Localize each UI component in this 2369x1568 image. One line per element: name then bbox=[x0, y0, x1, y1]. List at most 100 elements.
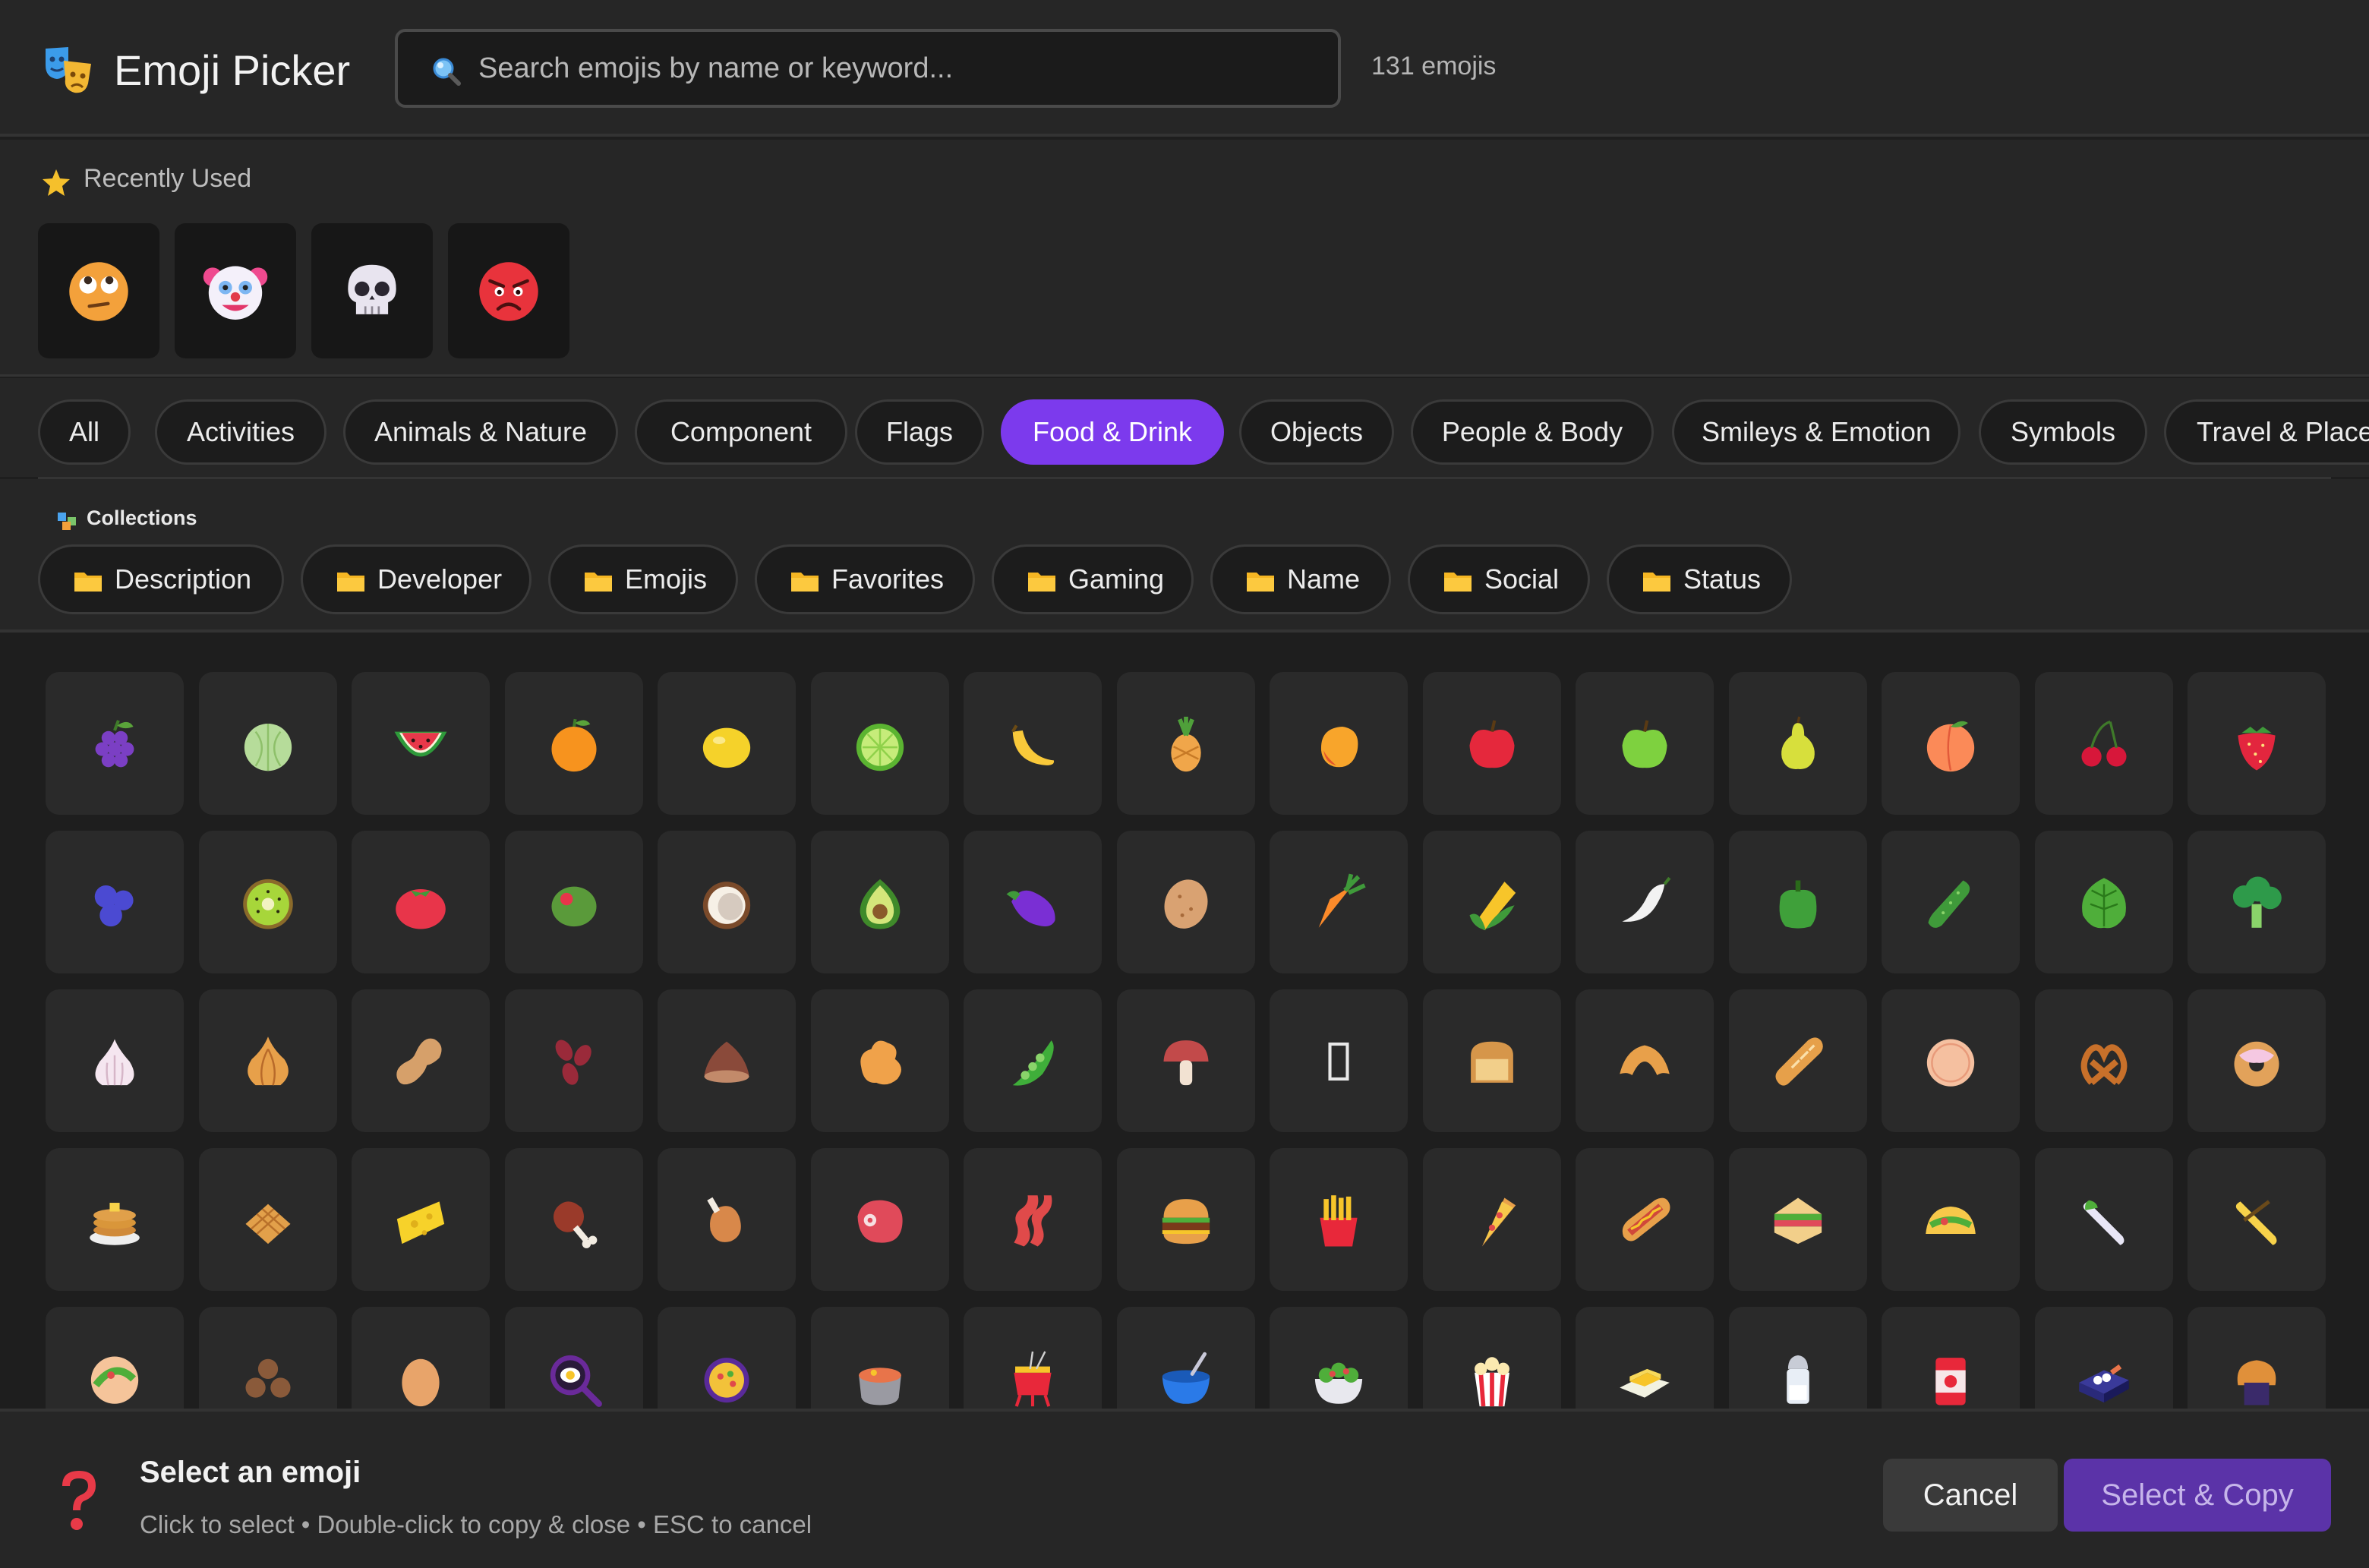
emoji-cell[interactable] bbox=[1882, 1148, 2020, 1291]
emoji-cell[interactable] bbox=[1882, 989, 2020, 1132]
emoji-cell[interactable] bbox=[504, 672, 643, 815]
emoji-cell[interactable] bbox=[658, 1307, 796, 1409]
tab-component[interactable]: Component bbox=[635, 399, 847, 465]
emoji-cell[interactable] bbox=[1576, 672, 1714, 815]
emoji-cell[interactable] bbox=[1116, 1148, 1255, 1291]
emoji-cell[interactable] bbox=[2188, 1307, 2326, 1409]
emoji-cell[interactable] bbox=[964, 1307, 1102, 1409]
emoji-cell[interactable] bbox=[1576, 831, 1714, 973]
recent-emoji[interactable] bbox=[175, 223, 296, 358]
emoji-cell[interactable] bbox=[1576, 1148, 1714, 1291]
emoji-cell[interactable] bbox=[352, 1307, 490, 1409]
emoji-cell[interactable] bbox=[198, 831, 337, 973]
collection-status[interactable]: Status bbox=[1607, 544, 1792, 614]
emoji-cell[interactable] bbox=[1882, 1307, 2020, 1409]
emoji-cell[interactable] bbox=[198, 672, 337, 815]
collection-favorites[interactable]: Favorites bbox=[755, 544, 975, 614]
emoji-cell[interactable] bbox=[1422, 672, 1561, 815]
emoji-cell[interactable] bbox=[1116, 672, 1255, 815]
emoji-cell[interactable] bbox=[1270, 1307, 1408, 1409]
emoji-cell[interactable] bbox=[2034, 672, 2173, 815]
emoji-cell[interactable] bbox=[1422, 1148, 1561, 1291]
emoji-cell[interactable] bbox=[1116, 989, 1255, 1132]
emoji-cell[interactable] bbox=[964, 831, 1102, 973]
tab-animals-nature[interactable]: Animals & Nature bbox=[343, 399, 618, 465]
tab-objects[interactable]: Objects bbox=[1239, 399, 1394, 465]
emoji-cell[interactable] bbox=[46, 831, 184, 973]
emoji-cell[interactable] bbox=[1270, 672, 1408, 815]
collection-social[interactable]: Social bbox=[1408, 544, 1590, 614]
emoji-cell[interactable] bbox=[1576, 1307, 1714, 1409]
emoji-cell[interactable] bbox=[1728, 1307, 1867, 1409]
emoji-cell[interactable] bbox=[46, 672, 184, 815]
collection-developer[interactable]: Developer bbox=[301, 544, 532, 614]
emoji-cell[interactable] bbox=[2034, 831, 2173, 973]
collection-emojis[interactable]: Emojis bbox=[548, 544, 738, 614]
tab-people-body[interactable]: People & Body bbox=[1411, 399, 1654, 465]
emoji-cell[interactable] bbox=[964, 989, 1102, 1132]
emoji-cell[interactable] bbox=[810, 989, 949, 1132]
emoji-cell[interactable] bbox=[1728, 831, 1867, 973]
emoji-cell[interactable] bbox=[810, 831, 949, 973]
tab-symbols[interactable]: Symbols bbox=[1979, 399, 2147, 465]
tab-smileys-emotion[interactable]: Smileys & Emotion bbox=[1672, 399, 1960, 465]
tab-food-drink[interactable]: Food & Drink bbox=[1001, 399, 1224, 465]
emoji-cell[interactable] bbox=[810, 672, 949, 815]
emoji-cell[interactable] bbox=[964, 672, 1102, 815]
emoji-cell[interactable] bbox=[2188, 1148, 2326, 1291]
emoji-cell[interactable] bbox=[2034, 1148, 2173, 1291]
emoji-cell[interactable] bbox=[1576, 989, 1714, 1132]
emoji-cell[interactable] bbox=[1728, 672, 1867, 815]
collection-description[interactable]: Description bbox=[38, 544, 284, 614]
emoji-cell[interactable] bbox=[198, 1307, 337, 1409]
emoji-cell[interactable] bbox=[658, 1148, 796, 1291]
emoji-cell[interactable] bbox=[352, 672, 490, 815]
emoji-cell[interactable] bbox=[352, 989, 490, 1132]
emoji-cell[interactable] bbox=[504, 1307, 643, 1409]
emoji-cell[interactable] bbox=[504, 989, 643, 1132]
emoji-cell[interactable] bbox=[1728, 989, 1867, 1132]
emoji-cell[interactable] bbox=[1116, 1307, 1255, 1409]
recent-emoji[interactable] bbox=[448, 223, 569, 358]
emoji-cell[interactable] bbox=[198, 1148, 337, 1291]
emoji-cell[interactable] bbox=[1882, 831, 2020, 973]
search-input[interactable] bbox=[478, 32, 1329, 105]
tab-activities[interactable]: Activities bbox=[155, 399, 326, 465]
emoji-cell[interactable] bbox=[46, 1307, 184, 1409]
emoji-cell[interactable] bbox=[504, 1148, 643, 1291]
emoji-cell[interactable] bbox=[2188, 989, 2326, 1132]
emoji-cell[interactable] bbox=[1882, 672, 2020, 815]
emoji-cell[interactable] bbox=[1422, 1307, 1561, 1409]
emoji-cell[interactable] bbox=[2034, 1307, 2173, 1409]
emoji-cell[interactable] bbox=[198, 989, 337, 1132]
emoji-cell[interactable] bbox=[504, 831, 643, 973]
emoji-cell[interactable] bbox=[658, 831, 796, 973]
emoji-cell[interactable] bbox=[2188, 672, 2326, 815]
emoji-cell[interactable] bbox=[1116, 831, 1255, 973]
emoji-cell[interactable] bbox=[658, 672, 796, 815]
emoji-cell[interactable] bbox=[46, 989, 184, 1132]
collection-gaming[interactable]: Gaming bbox=[992, 544, 1194, 614]
emoji-cell[interactable] bbox=[2188, 831, 2326, 973]
recent-emoji[interactable] bbox=[311, 223, 433, 358]
tab-flags[interactable]: Flags bbox=[855, 399, 984, 465]
emoji-cell[interactable] bbox=[1728, 1148, 1867, 1291]
emoji-cell[interactable] bbox=[1422, 831, 1561, 973]
emoji-cell[interactable] bbox=[2034, 989, 2173, 1132]
emoji-cell[interactable] bbox=[1270, 1148, 1408, 1291]
emoji-cell[interactable] bbox=[46, 1148, 184, 1291]
tab-travel-places[interactable]: Travel & Places bbox=[2164, 399, 2369, 465]
emoji-cell[interactable] bbox=[964, 1148, 1102, 1291]
recent-emoji[interactable] bbox=[38, 223, 159, 358]
emoji-cell[interactable] bbox=[1270, 989, 1408, 1132]
select-copy-button[interactable]: Select & Copy bbox=[2064, 1459, 2331, 1532]
emoji-cell[interactable] bbox=[658, 989, 796, 1132]
emoji-cell[interactable] bbox=[352, 831, 490, 973]
cancel-button[interactable]: Cancel bbox=[1883, 1459, 2058, 1532]
emoji-cell[interactable] bbox=[1422, 989, 1561, 1132]
tab-all[interactable]: All bbox=[38, 399, 131, 465]
emoji-cell[interactable] bbox=[1270, 831, 1408, 973]
emoji-cell[interactable] bbox=[810, 1148, 949, 1291]
search-box[interactable] bbox=[395, 29, 1341, 108]
emoji-cell[interactable] bbox=[810, 1307, 949, 1409]
